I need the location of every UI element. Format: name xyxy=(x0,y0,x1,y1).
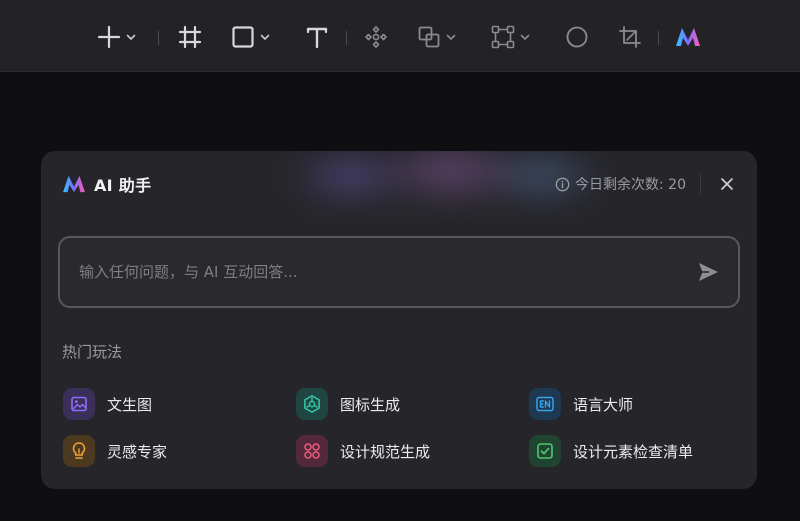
plus-icon xyxy=(97,25,121,49)
toolbar-separator xyxy=(658,31,659,45)
feature-label: 语言大师 xyxy=(573,395,634,414)
frame-icon xyxy=(178,25,202,49)
panel-brand: AI 助手 xyxy=(61,172,151,196)
ai-logo-icon xyxy=(63,175,85,193)
crop-tool-button[interactable] xyxy=(617,22,643,52)
question-input[interactable] xyxy=(79,263,696,281)
text-tool-button[interactable] xyxy=(304,22,330,52)
feature-icon-badge xyxy=(63,435,95,467)
grid-circles-icon xyxy=(304,443,320,459)
feature-design-element-checklist[interactable]: 设计元素检查清单 xyxy=(529,434,693,468)
panel-title: AI 助手 xyxy=(94,176,152,195)
toolbar-separator xyxy=(158,31,159,45)
rectangle-tool-button[interactable] xyxy=(230,22,270,52)
feature-label: 文生图 xyxy=(107,395,153,414)
info-icon xyxy=(555,177,570,191)
boolean-icon xyxy=(418,26,440,48)
rectangle-icon xyxy=(232,26,254,48)
feature-icon-badge xyxy=(529,388,561,420)
aperture-icon xyxy=(304,395,320,413)
ai-logo-icon xyxy=(676,28,700,46)
feature-inspiration-expert[interactable]: 灵感专家 xyxy=(63,434,167,468)
send-button[interactable] xyxy=(696,260,720,284)
en-badge-icon xyxy=(536,396,554,412)
image-icon xyxy=(71,396,87,412)
vector-tool-button[interactable] xyxy=(490,22,530,52)
close-icon xyxy=(721,178,733,190)
feature-label: 设计规范生成 xyxy=(340,442,431,461)
add-tool-button[interactable] xyxy=(96,22,136,52)
feature-label: 设计元素检查清单 xyxy=(573,442,694,461)
toolbar-separator xyxy=(346,31,347,45)
chevron-down-icon xyxy=(446,34,456,40)
quota-text: 今日剩余次数: 20 xyxy=(575,177,686,193)
mask-tool-button[interactable] xyxy=(564,22,590,52)
feature-icon-badge xyxy=(63,388,95,420)
section-title-popular: 热门玩法 xyxy=(62,343,123,361)
feature-text-to-image[interactable]: 文生图 xyxy=(63,387,152,421)
ai-tool-button[interactable] xyxy=(674,22,702,52)
top-toolbar xyxy=(0,0,800,72)
lightbulb-icon xyxy=(72,442,86,459)
feature-icon-generation[interactable]: 图标生成 xyxy=(296,387,400,421)
component-icon xyxy=(365,26,387,48)
question-input-box xyxy=(58,236,740,308)
text-icon xyxy=(306,27,328,49)
close-button[interactable] xyxy=(717,174,737,194)
feature-design-spec-generation[interactable]: 设计规范生成 xyxy=(296,434,430,468)
circle-mask-icon xyxy=(566,26,588,48)
ai-assistant-panel: AI 助手 今日剩余次数: 20 热门玩法 xyxy=(41,151,757,489)
feature-language-master[interactable]: 语言大师 xyxy=(529,387,633,421)
send-icon xyxy=(699,263,718,281)
crop-icon xyxy=(619,26,641,48)
panel-header: AI 助手 今日剩余次数: 20 xyxy=(61,171,737,197)
feature-icon-badge xyxy=(296,435,328,467)
chevron-down-icon xyxy=(260,34,270,40)
remaining-quota: 今日剩余次数: 20 xyxy=(555,174,686,194)
boolean-tool-button[interactable] xyxy=(416,22,456,52)
feature-label: 灵感专家 xyxy=(107,442,168,461)
header-separator xyxy=(700,174,701,194)
feature-label: 图标生成 xyxy=(340,395,401,414)
frame-tool-button[interactable] xyxy=(177,22,203,52)
feature-icon-badge xyxy=(529,435,561,467)
checkbox-icon xyxy=(537,443,553,459)
vector-path-icon xyxy=(491,25,515,49)
component-tool-button[interactable] xyxy=(363,22,389,52)
chevron-down-icon xyxy=(126,34,136,40)
chevron-down-icon xyxy=(520,34,530,40)
feature-icon-badge xyxy=(296,388,328,420)
